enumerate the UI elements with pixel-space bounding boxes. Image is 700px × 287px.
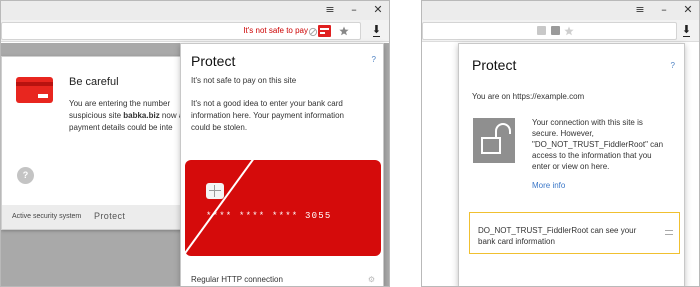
bank-card-icon	[16, 77, 53, 103]
menu-icon[interactable]: ≡	[324, 3, 336, 17]
certificate-warning-box: DO_NOT_TRUST_FiddlerRoot can see your ba…	[469, 212, 680, 254]
more-info-link[interactable]: More info	[532, 181, 565, 190]
lock-icon[interactable]	[551, 26, 560, 35]
download-icon[interactable]: ⬇	[372, 24, 381, 37]
connection-line-5: enter or view on here.	[532, 162, 610, 171]
help-button[interactable]: ?	[17, 167, 34, 184]
connection-type: Regular HTTP connection	[191, 275, 283, 284]
minimize-icon[interactable]: –	[348, 3, 360, 17]
window-controls: ≡ – ✕	[634, 3, 694, 17]
close-icon[interactable]: ✕	[372, 3, 384, 17]
site-location: You are on https://example.com	[472, 92, 585, 101]
menu-icon[interactable]: ≡	[634, 3, 646, 17]
page-icon[interactable]	[537, 26, 546, 35]
url-field[interactable]: It's not safe to pay	[1, 22, 361, 40]
popup-help-link[interactable]: ?	[372, 55, 376, 64]
footer-brand: Protect	[94, 211, 126, 221]
window-controls: ≡ – ✕	[324, 3, 384, 17]
warning-title: Be careful	[69, 76, 119, 88]
safety-detail-line-3: could be stolen.	[191, 123, 248, 132]
right-browser-window: ≡ – ✕ ⬇ Protect ? You are on https://exa…	[421, 0, 700, 287]
popup-help-link[interactable]: ?	[671, 61, 675, 70]
url-field[interactable]	[422, 22, 677, 40]
titlebar: ≡ – ✕	[1, 1, 389, 20]
titlebar: ≡ – ✕	[422, 1, 699, 20]
connection-line-1: Your connection with this site is	[532, 118, 643, 127]
settings-icon[interactable]: ⚙	[368, 275, 375, 284]
popup-title: Protect	[191, 53, 236, 69]
connection-line-2: secure. However,	[532, 129, 594, 138]
certificate-warning-line-2: bank card information	[478, 237, 555, 246]
star-icon[interactable]	[564, 26, 574, 36]
star-icon[interactable]	[339, 26, 349, 36]
protect-popup: Protect ? It's not safe to pay on this s…	[180, 43, 384, 286]
popup-title: Protect	[472, 57, 517, 73]
connection-line-3: "DO_NOT_TRUST_FiddlerRoot" can	[532, 140, 664, 149]
minimize-icon[interactable]: –	[658, 3, 670, 17]
certificate-warning-line-1: DO_NOT_TRUST_FiddlerRoot can see your	[478, 226, 637, 235]
connection-description: Your connection with this site is secure…	[532, 117, 663, 172]
connection-line-4: access to the information that you	[532, 151, 652, 160]
bank-card-illustration: **** **** **** 3055	[185, 160, 381, 256]
drag-handle-icon[interactable]	[665, 230, 673, 235]
certificate-warning-text: DO_NOT_TRUST_FiddlerRoot can see your ba…	[478, 225, 636, 247]
dialog-footer: Active security system Protect	[2, 205, 210, 229]
safety-detail-line-1: It's not a good idea to enter your bank …	[191, 99, 343, 108]
card-warning-icon[interactable]	[318, 25, 331, 37]
address-warning-text[interactable]: It's not safe to pay	[243, 26, 308, 36]
safety-detail-line-2: information here. Your payment informati…	[191, 111, 344, 120]
lock-broken-icon[interactable]	[308, 26, 318, 37]
address-bar: It's not safe to pay ⬇	[1, 20, 389, 42]
safety-status: It's not safe to pay on this site	[191, 76, 297, 85]
address-bar: ⬇	[422, 20, 699, 42]
download-icon[interactable]: ⬇	[682, 24, 691, 37]
suspicious-site: babka.biz	[123, 111, 160, 120]
footer-caption: Active security system	[12, 213, 82, 220]
card-chip-icon	[206, 183, 224, 199]
card-number: **** **** **** 3055	[206, 211, 332, 221]
left-browser-window: ≡ – ✕ It's not safe to pay ⬇ Be careful …	[0, 0, 390, 287]
close-icon[interactable]: ✕	[682, 3, 694, 17]
warning-body-line-2-prefix: suspicious site	[69, 111, 124, 120]
unlocked-padlock-icon	[473, 118, 515, 163]
protect-popup: Protect ? You are on https://example.com…	[458, 43, 685, 286]
